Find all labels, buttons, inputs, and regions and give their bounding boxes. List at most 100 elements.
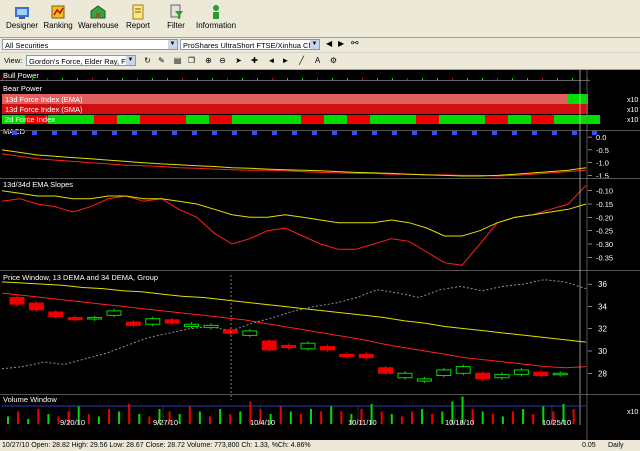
candle-body (106, 310, 122, 316)
x-tick-label: 9/27/10 (153, 418, 178, 427)
macd-histogram-bar (72, 131, 77, 135)
price-series-line (1, 279, 587, 370)
scroll-left-icon[interactable]: ◄ (266, 56, 277, 66)
price-tick-label: 32 (598, 325, 607, 334)
trendline-icon[interactable]: ╱ (296, 56, 307, 66)
bull-power-tick (197, 78, 198, 80)
filter-button[interactable]: Filter (156, 1, 196, 35)
bull-power-tick (167, 78, 168, 80)
fi2-segment (508, 115, 531, 124)
fi2-segment (324, 115, 347, 124)
fi2-segment (416, 115, 439, 124)
security-list-select[interactable]: All Securities ▼ (2, 39, 178, 50)
volume-bar (229, 414, 232, 424)
print-icon[interactable]: ▤ (172, 56, 183, 66)
zoom-in-icon[interactable]: ⊕ (203, 56, 214, 66)
bull-power-tick (557, 78, 558, 80)
fi2-segment (577, 115, 600, 124)
security-select[interactable]: ProShares UltraShort FTSE/Xinhua China ▼ (180, 39, 320, 50)
previous-security-icon[interactable]: ◀ (326, 39, 332, 48)
designer-button[interactable]: Designer (2, 1, 42, 35)
bull-power-tick (287, 78, 288, 80)
warehouse-icon (90, 5, 106, 19)
macd-histogram-bar (232, 131, 237, 135)
text-tool-icon[interactable]: A (312, 56, 323, 66)
volume-bar (128, 404, 131, 424)
crosshair-icon[interactable]: ✚ (249, 56, 260, 66)
volume-bar (421, 409, 424, 424)
information-button[interactable]: Information (196, 1, 236, 35)
fi2-segment (393, 115, 416, 124)
slopes-tick-label: -0.30 (596, 240, 613, 249)
report-button[interactable]: Report (118, 1, 158, 35)
fi2-segment (462, 115, 485, 124)
candle-body (416, 378, 432, 382)
fi2-segment (94, 115, 117, 124)
candle-body (184, 323, 200, 327)
x-tick-label: 10/18/10 (445, 418, 474, 427)
bull-power-tick (212, 78, 213, 80)
scroll-right-icon[interactable]: ► (280, 56, 291, 66)
macd-histogram-bar (292, 131, 297, 135)
bull-power-tick (512, 78, 513, 80)
chart-canvas[interactable]: Bull Power Bear Power 13d Force Index (E… (0, 70, 640, 440)
macd-divider (0, 130, 640, 131)
next-security-icon[interactable]: ▶ (338, 39, 344, 48)
slopes-series-line (1, 184, 587, 266)
cursor-icon[interactable]: ➤ (233, 56, 244, 66)
refresh-icon[interactable]: ↻ (142, 56, 153, 66)
quote-summary: 10/27/10 Open: 28.82 High: 29.56 Low: 28… (2, 442, 311, 449)
candle-body (9, 297, 25, 305)
macd-series-line (1, 153, 587, 177)
bull-power-tick (542, 78, 543, 80)
volume-bar (47, 414, 50, 424)
bull-power-tick (317, 78, 318, 80)
copy-icon[interactable]: ❐ (186, 56, 197, 66)
volume-bar (501, 416, 504, 424)
binoculars-icon[interactable]: ⚯ (351, 38, 359, 49)
filter-icon (170, 4, 183, 19)
slopes-tick-label: -0.10 (596, 187, 613, 196)
macd-histogram-bar (192, 131, 197, 135)
period-label[interactable]: Daily (608, 440, 624, 451)
bull-power-tick (407, 78, 408, 80)
fi2-segment (71, 115, 94, 124)
bull-power-tick (422, 78, 423, 80)
settings-icon[interactable]: ⚙ (328, 56, 339, 66)
candle-body (261, 340, 277, 351)
candle-body (67, 317, 83, 321)
volume-bar (289, 411, 292, 424)
candle-body (513, 369, 529, 375)
bull-power-tick (332, 78, 333, 80)
edit-icon[interactable]: ✎ (156, 56, 167, 66)
candle-body (436, 369, 452, 377)
bull-power-tick (152, 78, 153, 80)
ranking-button[interactable]: Ranking (38, 1, 78, 35)
slopes-tick-label: -0.15 (596, 200, 613, 209)
x-tick-label: 9/20/10 (60, 418, 85, 427)
volume-bar (400, 416, 403, 424)
candle-body (145, 318, 161, 325)
volume-scale: x10 (627, 409, 638, 416)
macd-histogram-bar (472, 131, 477, 135)
macd-histogram-bar (92, 131, 97, 135)
zoom-out-icon[interactable]: ⊖ (217, 56, 228, 66)
macd-histogram-bar (52, 131, 57, 135)
volume-bar (239, 411, 242, 424)
fi2-segment (232, 115, 255, 124)
volume-bar (441, 411, 444, 424)
slopes-tick-label: -0.25 (596, 227, 613, 236)
volume-bar (219, 409, 222, 424)
volume-bar (481, 411, 484, 424)
macd-histogram-bar (592, 131, 597, 135)
view-select[interactable]: Gordon's Force, Elder Ray, FI, 1 ▼ (26, 55, 136, 66)
fi13-ema-bar (2, 94, 586, 104)
fi2-segment (163, 115, 186, 124)
price-tick-label: 30 (598, 347, 607, 356)
x-tick-label: 10/4/10 (250, 418, 275, 427)
macd-histogram-bar (452, 131, 457, 135)
bull-power-tick (17, 78, 18, 80)
warehouse-button[interactable]: Warehouse (78, 1, 119, 35)
volume-bar (330, 406, 333, 424)
macd-histogram-bar (512, 131, 517, 135)
